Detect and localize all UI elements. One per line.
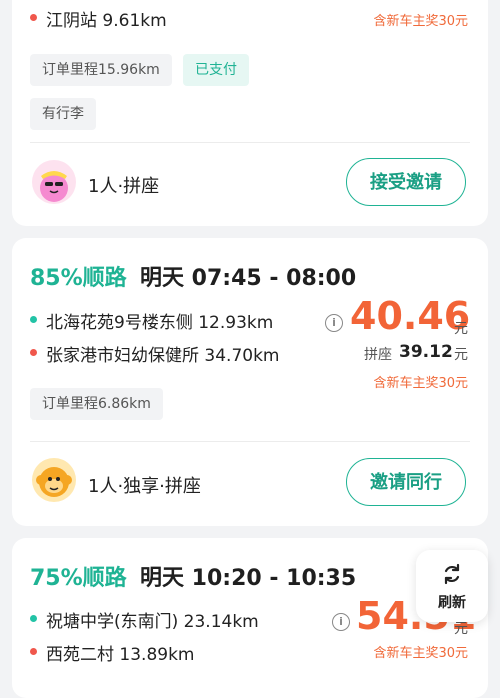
destination-address: 张家港市妇幼保健所 34.70km: [46, 346, 280, 366]
destination-dot: [30, 648, 37, 655]
order-card-1[interactable]: 江阴站 9.61km 含新车主奖30元 订单里程15.96km 已支付 有行李 …: [12, 0, 488, 226]
carpool-label: 拼座: [364, 347, 392, 363]
destination-address: 西苑二村 13.89km: [46, 645, 195, 665]
seat-info: 1人·拼座: [88, 176, 160, 197]
paid-tag: 已支付: [183, 54, 249, 86]
order-mileage-tag: 订单里程6.86km: [30, 388, 163, 420]
invite-ride-button[interactable]: 邀请同行: [346, 458, 466, 506]
divider: [30, 142, 470, 143]
accept-invite-button[interactable]: 接受邀请: [346, 158, 466, 206]
price: 40.46: [350, 294, 471, 338]
destination-address: 江阴站 9.61km: [46, 11, 167, 31]
order-card-2[interactable]: 85%顺路 明天 07:45 - 08:00 北海花苑9号楼东侧 12.93km…: [12, 238, 488, 526]
passenger-avatar[interactable]: [32, 160, 76, 204]
monkey-character-avatar-icon: [36, 467, 72, 497]
origin-address: 北海花苑9号楼东侧 12.93km: [46, 313, 274, 333]
carpool-price: 39.12: [399, 342, 453, 362]
departure-time: 明天 10:20 - 10:35: [140, 566, 357, 591]
pink-character-avatar-icon: [40, 171, 68, 202]
destination-dot: [30, 349, 37, 356]
departure-time: 明天 07:45 - 08:00: [140, 266, 357, 291]
refresh-icon: [444, 563, 460, 585]
divider: [30, 441, 470, 442]
new-driver-bonus: 含新车主奖30元: [373, 376, 468, 391]
new-driver-bonus: 含新车主奖30元: [373, 14, 468, 29]
match-percentage: 85%顺路: [30, 266, 127, 291]
order-mileage-tag: 订单里程15.96km: [30, 54, 172, 86]
carpool-currency: 元: [454, 347, 468, 363]
refresh-button[interactable]: 刷新: [416, 550, 488, 622]
passenger-avatar[interactable]: [32, 458, 76, 502]
origin-address: 祝塘中学(东南门) 23.14km: [46, 612, 259, 632]
price-currency: 元: [454, 321, 468, 337]
match-percentage: 75%顺路: [30, 566, 127, 591]
refresh-label: 刷新: [438, 595, 466, 611]
info-icon[interactable]: i: [325, 314, 343, 332]
origin-dot: [30, 316, 37, 323]
seat-info: 1人·独享·拼座: [88, 476, 201, 497]
new-driver-bonus: 含新车主奖30元: [373, 646, 468, 661]
luggage-tag: 有行李: [30, 98, 96, 130]
destination-dot: [30, 14, 37, 21]
origin-dot: [30, 615, 37, 622]
info-icon[interactable]: i: [332, 613, 350, 631]
